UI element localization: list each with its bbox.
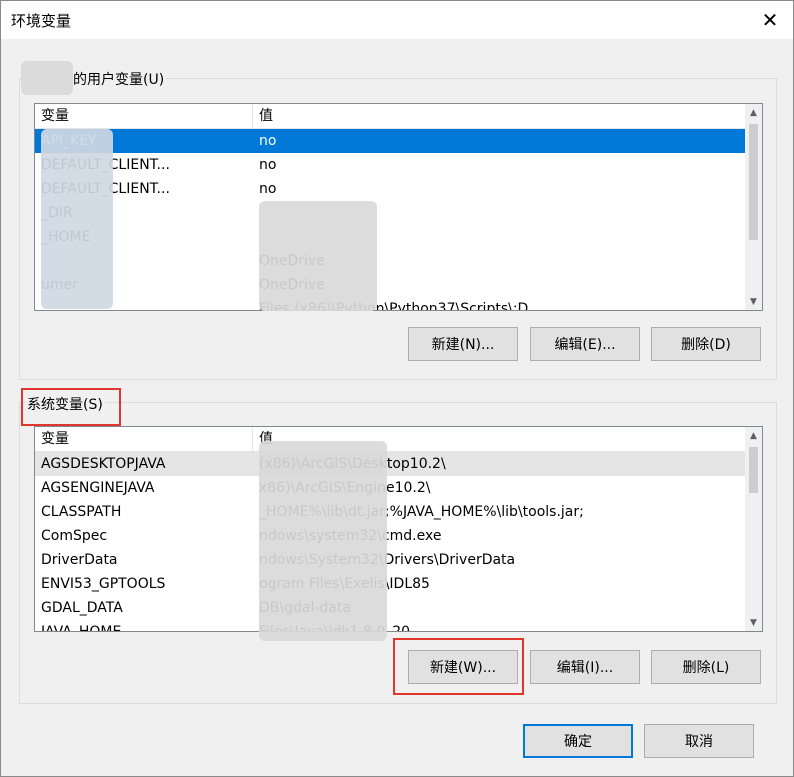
user-new-button[interactable]: 新建(N)... (408, 327, 518, 361)
variable-value-cell: no (259, 181, 277, 197)
scroll-thumb[interactable] (749, 124, 758, 240)
table-row[interactable]: GDAL_DATA DB\gdal-data (35, 596, 745, 620)
system-variables-label: 系统变量(S) (25, 394, 105, 414)
dialog-title: 环境变量 (11, 12, 72, 30)
table-row[interactable]: AGSDESKTOPJAVA (x86)\ArcGIS\Desktop10.2\ (35, 452, 745, 476)
column-header-variable[interactable]: 变量 (35, 104, 253, 128)
scroll-down-icon[interactable]: ▼ (745, 614, 762, 631)
variable-value-cell: ndows\system32\cmd.exe (259, 528, 442, 544)
table-row[interactable]: OneDrive (35, 249, 745, 273)
system-list-scrollbar[interactable]: ▲ ▼ (745, 427, 762, 631)
variable-value-cell: Files\Java\jdk1.8.0_20 (259, 620, 745, 631)
table-row[interactable]: _DIR (35, 201, 745, 225)
column-header-value[interactable]: 值 (253, 104, 762, 128)
system-list-rows: AGSDESKTOPJAVA (x86)\ArcGIS\Desktop10.2\ A… (35, 452, 745, 631)
variable-name-cell: _DIR (41, 205, 73, 221)
user-list-header: 变量 值 (35, 104, 745, 129)
table-row[interactable]: DEFAULT_CLIENT... no (35, 177, 745, 201)
user-variables-list[interactable]: 变量 值 API_KEY no DEFAULT_CLIENT... no DEFAULT… (34, 103, 763, 311)
variable-value-cell: OneDrive (259, 253, 325, 269)
variable-value-cell: (x86)\ArcGIS\Desktop10.2\ (259, 456, 446, 472)
column-header-variable[interactable]: 变量 (35, 427, 253, 451)
scroll-up-icon[interactable]: ▲ (745, 104, 762, 121)
table-row[interactable]: API_KEY no (35, 129, 745, 153)
user-list-rows: API_KEY no DEFAULT_CLIENT... no DEFAULT_CLIE… (35, 129, 745, 310)
table-row[interactable]: CLASSPATH _HOME%\lib\dt.jar;%JAVA_HOME%\l… (35, 500, 745, 524)
environment-variables-dialog: 环境变量 ✕ 的用户变量(U) 变量 值 API_KEY no DEFAULT_CL… (0, 0, 794, 777)
variable-value-cell: DB\gdal-data (259, 600, 351, 616)
variable-name-cell: API_KEY (41, 133, 97, 149)
user-variables-label: 的用户变量(U) (71, 69, 167, 89)
variable-value-cell: _HOME%\lib\dt.jar;%JAVA_HOME%\lib\tools.… (259, 504, 584, 520)
variable-name-cell: CLASSPATH (41, 504, 122, 520)
variable-name-cell: DriverData (41, 552, 118, 568)
system-variables-list[interactable]: 变量 值 AGSDESKTOPJAVA (x86)\ArcGIS\Desktop1… (34, 426, 763, 632)
user-delete-button[interactable]: 删除(D) (651, 327, 761, 361)
scroll-thumb[interactable] (749, 447, 758, 493)
user-list-scrollbar[interactable]: ▲ ▼ (745, 104, 762, 310)
variable-name-cell: ComSpec (41, 528, 108, 544)
table-row[interactable]: AGSENGINEJAVA x86)\ArcGIS\Engine10.2\ (35, 476, 745, 500)
close-icon[interactable]: ✕ (759, 8, 781, 32)
variable-value-cell: Files (x86)\Python\Python37\Scripts\;D..… (259, 301, 542, 310)
variable-name-cell: ENVI53_GPTOOLS (41, 576, 166, 592)
system-edit-button[interactable]: 编辑(I)... (530, 650, 640, 684)
variable-value-cell: ogram Files\Exelis\IDL85 (259, 576, 430, 592)
title-bar: 环境变量 ✕ (1, 1, 793, 39)
variable-name-cell: umer (41, 277, 78, 293)
variable-name-cell: AGSDESKTOPJAVA (41, 456, 166, 472)
system-delete-button[interactable]: 删除(L) (651, 650, 761, 684)
table-row[interactable]: ComSpec ndows\system32\cmd.exe (35, 524, 745, 548)
variable-value-cell: OneDrive (259, 277, 325, 293)
table-row[interactable]: DriverData ndows\System32\Drivers\DriverD… (35, 548, 745, 572)
variable-value-cell: no (259, 133, 277, 149)
variable-name-cell: GDAL_DATA (41, 600, 123, 616)
ok-button[interactable]: 确定 (523, 724, 633, 758)
variable-value-cell: ndows\System32\Drivers\DriverData (259, 552, 516, 568)
variable-name-cell: AGSENGINEJAVA (41, 480, 155, 496)
table-row[interactable]: DEFAULT_CLIENT... no (35, 153, 745, 177)
table-row[interactable]: _HOME (35, 225, 745, 249)
column-header-value[interactable]: 值 (253, 427, 762, 451)
variable-name-cell: DEFAULT_CLIENT... (41, 181, 170, 197)
variable-name-cell: DEFAULT_CLIENT... (41, 157, 170, 173)
variable-value-cell: no (259, 157, 277, 173)
user-edit-button[interactable]: 编辑(E)... (530, 327, 640, 361)
table-row[interactable]: Files (x86)\Python\Python37\Scripts\;D..… (35, 297, 745, 310)
scroll-down-icon[interactable]: ▼ (745, 293, 762, 310)
system-new-button[interactable]: 新建(W)... (408, 650, 518, 684)
variable-name-cell: _HOME (41, 229, 91, 245)
cancel-button[interactable]: 取消 (644, 724, 754, 758)
table-row[interactable]: ENVI53_GPTOOLS ogram Files\Exelis\IDL85 (35, 572, 745, 596)
system-list-header: 变量 值 (35, 427, 745, 452)
table-row[interactable]: umer OneDrive (35, 273, 745, 297)
variable-name-cell: JAVA_HOME (41, 620, 249, 631)
variable-value-cell: x86)\ArcGIS\Engine10.2\ (259, 480, 431, 496)
scroll-up-icon[interactable]: ▲ (745, 427, 762, 444)
table-row[interactable]: JAVA_HOME Files\Java\jdk1.8.0_20 (35, 620, 745, 631)
